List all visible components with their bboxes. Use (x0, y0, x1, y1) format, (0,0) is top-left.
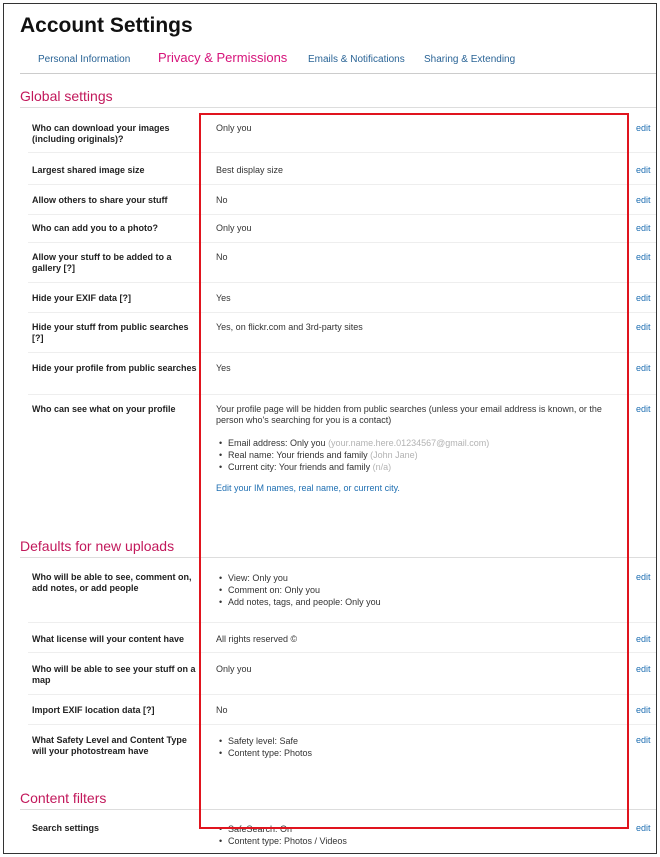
page-title: Account Settings (20, 14, 193, 37)
tab-emails-notifications[interactable]: Emails & Notifications (308, 54, 405, 65)
edit-link-allow-share[interactable]: edit (636, 195, 651, 205)
row-label-hide-exif: Hide your EXIF data [?] (32, 293, 132, 303)
row-label-shared-size: Largest shared image size (32, 165, 145, 175)
edit-link-view-comment[interactable]: edit (636, 572, 651, 582)
edit-link-hide-exif[interactable]: edit (636, 293, 651, 303)
edit-link-gallery[interactable]: edit (636, 252, 651, 262)
highlight-box (199, 113, 629, 829)
edit-link-safety[interactable]: edit (636, 735, 651, 745)
row-label-license: What license will your content have (32, 634, 185, 644)
row-label-map: Who will be able to see your stuff on a … (32, 664, 196, 685)
row-label-safety: What Safety Level and Content Type will … (32, 735, 187, 756)
row-label-hide-search: Hide your stuff from public searches [?] (32, 322, 189, 343)
section-title-filters: Content filters (20, 790, 107, 806)
row-label-search-settings: Search settings (32, 823, 100, 833)
edit-link-hide-search[interactable]: edit (636, 322, 651, 332)
edit-link-shared-size[interactable]: edit (636, 165, 651, 175)
settings-tabs: Personal Information Privacy & Permissio… (20, 50, 656, 74)
edit-link-profile-visibility[interactable]: edit (636, 404, 651, 414)
edit-link-license[interactable]: edit (636, 634, 651, 644)
row-label-view-comment: Who will be able to see, comment on, add… (32, 572, 192, 593)
row-label-hide-profile: Hide your profile from public searches (32, 363, 197, 373)
edit-link-add-to-photo[interactable]: edit (636, 223, 651, 233)
tab-privacy-permissions[interactable]: Privacy & Permissions (158, 50, 287, 65)
row-label-profile-visibility: Who can see what on your profile (32, 404, 176, 414)
tab-personal-information[interactable]: Personal Information (38, 54, 130, 65)
row-label-gallery: Allow your stuff to be added to a galler… (32, 252, 172, 273)
row-label-import-exif: Import EXIF location data [?] (32, 705, 155, 715)
divider (20, 107, 656, 108)
edit-link-import-exif[interactable]: edit (636, 705, 651, 715)
section-title-defaults: Defaults for new uploads (20, 538, 175, 554)
row-label-download: Who can download your images (including … (32, 123, 170, 144)
edit-link-map[interactable]: edit (636, 664, 651, 674)
section-title-global: Global settings (20, 88, 113, 104)
row-label-add-to-photo: Who can add you to a photo? (32, 223, 158, 233)
tab-sharing-extending[interactable]: Sharing & Extending (424, 54, 515, 65)
edit-link-download[interactable]: edit (636, 123, 651, 133)
edit-link-hide-profile[interactable]: edit (636, 363, 651, 373)
row-label-allow-share: Allow others to share your stuff (32, 195, 168, 205)
edit-link-search-settings[interactable]: edit (636, 823, 651, 833)
list-item: Content type: Photos / Videos (216, 835, 616, 847)
